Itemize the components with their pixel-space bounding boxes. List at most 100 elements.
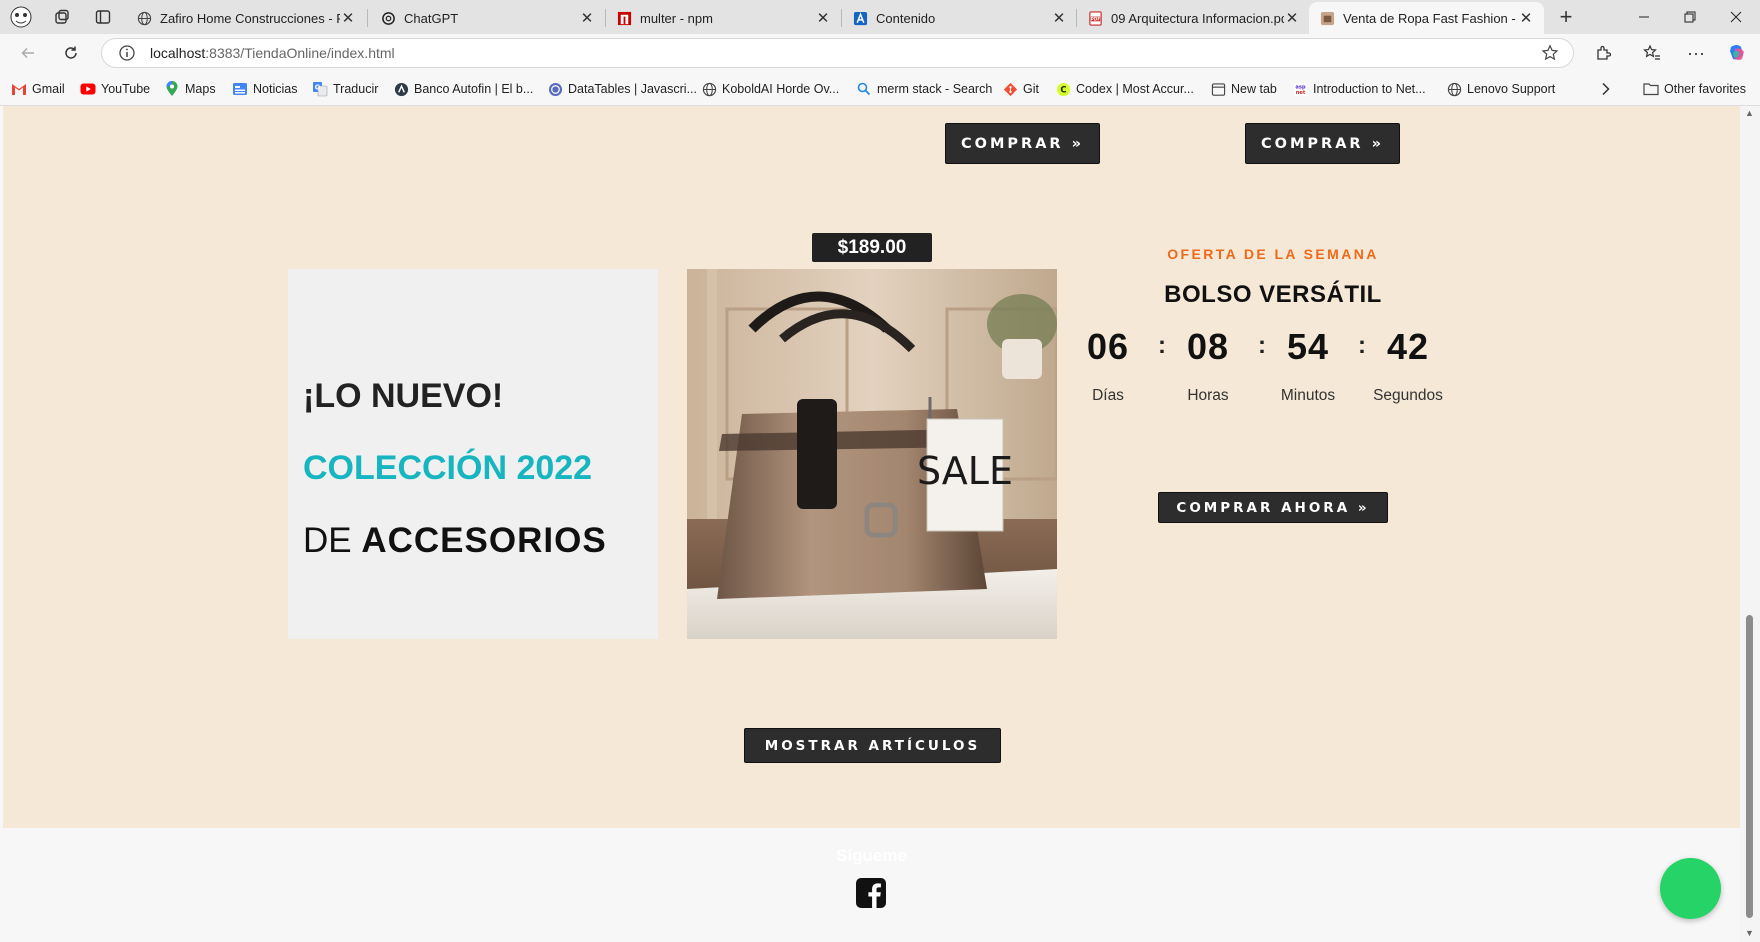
facebook-icon[interactable] [856,878,886,908]
tab-bar: Zafiro Home Construcciones - Re ✕ ChatGP… [0,0,1760,34]
globe-icon [701,81,717,97]
favorite-lenovo[interactable]: Lenovo Support [1446,79,1555,99]
url-host: localhost [150,45,206,61]
codex-icon: C [1055,81,1071,97]
favorite-merm-stack[interactable]: merm stack - Search [856,79,992,99]
favorite-label: Traducir [333,82,379,96]
favorite-traducir[interactable]: G Traducir [312,79,378,99]
gmail-icon [11,81,27,97]
tab-zafiro[interactable]: Zafiro Home Construcciones - Re ✕ [126,2,366,34]
favorite-label: Gmail [32,82,65,96]
favorite-banco-autofin[interactable]: Banco Autofin | El b... [393,79,533,99]
close-tab-icon[interactable]: ✕ [1051,9,1067,27]
scroll-up-arrow-icon[interactable]: ▲ [1745,108,1754,118]
buy-now-button[interactable]: COMPRAR AHORA » [1158,492,1388,523]
close-tab-icon[interactable]: ✕ [1518,9,1534,27]
new-tab-icon[interactable]: + [1552,4,1580,30]
svg-text:C: C [1060,84,1066,94]
tab-pdf[interactable]: PDF 09 Arquitectura Informacion.pdf ✕ [1077,2,1310,34]
buy-now-label: COMPRAR AHORA » [1176,499,1370,516]
price-value: $189.00 [837,236,907,258]
close-tab-icon[interactable]: ✕ [815,9,831,27]
favorites-icon[interactable] [1637,40,1667,66]
other-favorites[interactable]: Other favorites [1643,79,1746,99]
youtube-icon [80,81,96,97]
workspaces-icon[interactable] [48,4,76,30]
vertical-tabs-icon[interactable] [89,4,117,30]
favorites-bar: Gmail YouTube Maps Noticias G Traducir B… [0,72,1760,106]
close-window-icon[interactable] [1713,0,1759,34]
profile-icon[interactable] [7,4,35,30]
newtab-icon [1210,81,1226,97]
maps-icon [164,81,180,97]
whatsapp-chat-button[interactable] [1660,858,1721,919]
favorite-noticias[interactable]: Noticias [232,79,297,99]
minimize-icon[interactable] [1621,0,1667,34]
extensions-icon[interactable] [1588,40,1618,66]
show-items-label: MOSTRAR ARTÍCULOS [764,737,981,754]
scrollbar-thumb[interactable] [1746,615,1753,918]
promo-category-prefix: DE [303,521,362,560]
tab-multer[interactable]: multer - npm ✕ [606,2,841,34]
scroll-down-arrow-icon[interactable]: ▼ [1745,928,1754,938]
openai-icon [380,10,396,26]
close-tab-icon[interactable]: ✕ [579,9,595,27]
favorite-label: KoboldAI Horde Ov... [722,82,840,96]
favorite-label: New tab [1231,82,1277,96]
restore-icon[interactable] [1667,0,1713,34]
favorite-koboldai[interactable]: KoboldAI Horde Ov... [701,79,839,99]
favorite-codex[interactable]: C Codex | Most Accur... [1055,79,1194,99]
show-items-button[interactable]: MOSTRAR ARTÍCULOS [744,728,1001,763]
new-collection-banner: ¡LO NUEVO! COLECCIÓN 2022 DE ACCESORIOS [288,269,658,639]
address-bar[interactable]: localhost:8383/TiendaOnline/index.html [101,38,1574,68]
countdown-seconds: 42 [1386,326,1430,367]
close-tab-icon[interactable]: ✕ [340,9,356,27]
address-row: localhost:8383/TiendaOnline/index.html ·… [0,34,1760,72]
favorite-datatables[interactable]: DataTables | Javascri... [547,79,697,99]
url-text: localhost:8383/TiendaOnline/index.html [150,45,395,61]
favorite-gmail[interactable]: Gmail [11,79,65,99]
offer-kicker: OFERTA DE LA SEMANA [1167,246,1379,262]
favorite-introduction[interactable]: asp net Introduction to Net... [1292,79,1426,99]
back-icon[interactable] [13,40,43,66]
favorite-label: Codex | Most Accur... [1076,82,1194,96]
page-scrollbar[interactable]: ▲ ▼ [1740,106,1760,942]
promo-headline: ¡LO NUEVO! [303,377,504,415]
close-tab-icon[interactable]: ✕ [1284,9,1300,27]
product-image[interactable]: SALE [687,269,1057,639]
favorite-maps[interactable]: Maps [164,79,216,99]
buy-button[interactable]: COMPRAR » [1245,123,1400,164]
tab-chatgpt[interactable]: ChatGPT ✕ [370,2,605,34]
refresh-icon[interactable] [56,40,86,66]
more-options-icon[interactable]: ··· [1681,40,1711,66]
tab-title: Venta de Ropa Fast Fashion - Mo [1343,10,1518,26]
favorite-youtube[interactable]: YouTube [80,79,150,99]
price-badge: $189.00 [812,233,932,262]
favorite-git[interactable]: Git [1002,79,1039,99]
favorite-new-tab[interactable]: New tab [1210,79,1277,99]
follow-heading: Sígueme [836,846,907,865]
buy-button[interactable]: COMPRAR » [945,123,1100,164]
translate-icon: G [312,81,328,97]
favorite-label: Introduction to Net... [1313,82,1426,96]
countdown-minutes-label: Minutos [1280,387,1336,404]
favorite-label: Banco Autofin | El b... [414,82,534,96]
promo-category-bold: ACCESORIOS [361,521,607,560]
page-viewport: COMPRAR » COMPRAR » ¡LO NUEVO! COLECCIÓN… [3,106,1740,942]
sale-tag-text: SALE [917,449,1013,493]
copilot-icon[interactable] [1722,40,1752,66]
tab-contenido[interactable]: Contenido ✕ [842,2,1077,34]
tab-title: 09 Arquitectura Informacion.pdf [1111,10,1284,26]
handbag-illustration: SALE [687,269,1057,639]
favorite-label: DataTables | Javascri... [568,82,697,96]
npm-icon [616,10,632,26]
site-info-icon[interactable] [118,44,136,62]
tab-title: ChatGPT [404,10,459,26]
tab-fast-fashion[interactable]: Venta de Ropa Fast Fashion - Mo ✕ [1309,2,1544,34]
buy-button-label: COMPRAR » [1261,135,1384,152]
chevron-right-icon[interactable] [1600,79,1612,99]
favorite-label: Maps [185,82,216,96]
buy-button-label: COMPRAR » [961,135,1084,152]
favorite-star-icon[interactable] [1541,44,1559,67]
countdown-minutes: 54 [1286,326,1330,367]
